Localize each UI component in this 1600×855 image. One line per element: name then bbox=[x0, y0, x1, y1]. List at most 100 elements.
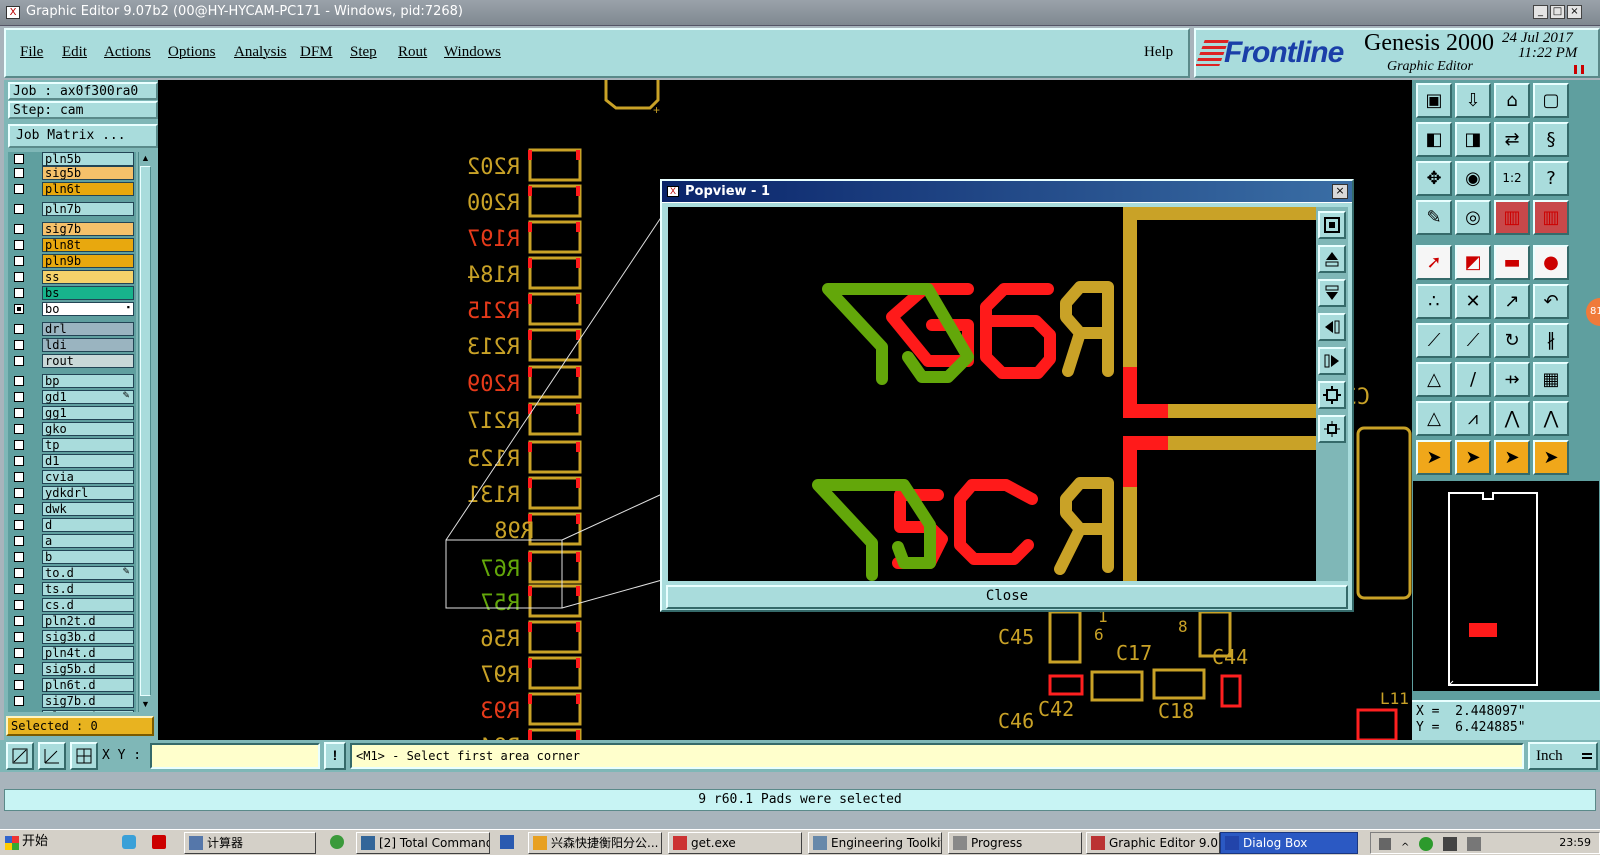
ruler-icon[interactable]: ▬ bbox=[1494, 245, 1530, 280]
layer-row[interactable]: d bbox=[8, 518, 136, 532]
layer-checkbox[interactable] bbox=[14, 204, 24, 214]
popview-close-icon[interactable]: × bbox=[1332, 184, 1348, 199]
minimize-button[interactable]: _ bbox=[1533, 5, 1548, 19]
layer-row[interactable]: dwk bbox=[8, 502, 136, 516]
layer-checkbox[interactable] bbox=[14, 504, 24, 514]
layer-checkbox[interactable] bbox=[14, 340, 24, 350]
layer-name[interactable]: sig7b.d bbox=[42, 694, 134, 708]
layer-checkbox[interactable] bbox=[14, 272, 24, 282]
volume-icon[interactable] bbox=[1467, 837, 1481, 851]
layer-row[interactable]: sig3b.d bbox=[8, 630, 136, 644]
line-icon[interactable]: ⟋ bbox=[1416, 323, 1452, 358]
layer-row[interactable]: gd1 ✎ bbox=[8, 390, 136, 404]
taskbar-item[interactable]: 计算器 bbox=[184, 832, 316, 854]
layer-row[interactable]: pln4t.d bbox=[8, 646, 136, 660]
layer-name[interactable]: pln8t bbox=[42, 238, 134, 252]
layer-row[interactable]: pln6t.d bbox=[8, 678, 136, 692]
start-button[interactable]: 开始 bbox=[2, 832, 50, 854]
layer-checkbox[interactable] bbox=[14, 536, 24, 546]
save-icon[interactable]: ⇩ bbox=[1455, 83, 1491, 118]
keyboard-icon[interactable] bbox=[1379, 838, 1391, 850]
layer-name[interactable]: pln6t.d bbox=[42, 678, 134, 692]
symbol-icon[interactable]: § bbox=[1533, 122, 1569, 157]
layer-row[interactable]: bp bbox=[8, 374, 136, 388]
layer-checkbox[interactable] bbox=[14, 568, 24, 578]
layer-row[interactable]: pln5b bbox=[8, 152, 136, 166]
pan-up-icon[interactable] bbox=[1318, 245, 1346, 273]
zoom-out-icon[interactable] bbox=[1318, 415, 1346, 443]
layer-name[interactable]: gg1 bbox=[42, 406, 134, 420]
layer-name[interactable]: d bbox=[42, 518, 134, 532]
home-icon[interactable]: ▣ bbox=[1416, 83, 1452, 118]
layer-checkbox[interactable] bbox=[14, 288, 24, 298]
cut-icon[interactable]: / bbox=[1455, 362, 1491, 397]
layer-name[interactable]: tp bbox=[42, 438, 134, 452]
layer-name[interactable]: bo bbox=[42, 302, 134, 316]
layer-row[interactable]: cs.d bbox=[8, 598, 136, 612]
menu-analysis[interactable]: Analysis bbox=[234, 44, 287, 61]
layer-name[interactable]: bs bbox=[42, 286, 134, 300]
arc-icon[interactable]: ↶ bbox=[1533, 284, 1569, 319]
menu-file[interactable]: File bbox=[20, 44, 43, 61]
layer-row[interactable]: ldi bbox=[8, 338, 136, 352]
toggle-icon[interactable]: ⇄ bbox=[1494, 122, 1530, 157]
arch2-icon[interactable]: ⋀ bbox=[1533, 401, 1569, 436]
taskbar-item[interactable]: [2] Total Commander... bbox=[356, 832, 490, 854]
layer-row[interactable]: gko bbox=[8, 422, 136, 436]
layer-checkbox[interactable] bbox=[14, 240, 24, 250]
layer-row[interactable]: bs bbox=[8, 286, 136, 300]
layer-checkbox[interactable] bbox=[14, 408, 24, 418]
align-icon[interactable]: ⇸ bbox=[1494, 362, 1530, 397]
layer-name[interactable]: pln7b bbox=[42, 202, 134, 216]
layer-checkbox[interactable] bbox=[14, 600, 24, 610]
layer-row[interactable]: rout bbox=[8, 354, 136, 368]
layer-checkbox[interactable] bbox=[14, 696, 24, 706]
browser-icon[interactable] bbox=[330, 835, 344, 849]
quicklaunch-icon[interactable] bbox=[122, 835, 136, 849]
layer-checkbox[interactable] bbox=[14, 256, 24, 266]
popview-titlebar[interactable]: X Popview - 1 × bbox=[662, 181, 1352, 203]
layer-checkbox[interactable] bbox=[14, 184, 24, 194]
layer-name[interactable]: cvia bbox=[42, 470, 134, 484]
group-icon[interactable]: ▦ bbox=[1533, 362, 1569, 397]
layer-row[interactable]: pln8t bbox=[8, 238, 136, 252]
units-select[interactable]: Inch bbox=[1528, 742, 1598, 770]
pause-icon[interactable] bbox=[1574, 65, 1584, 74]
layer-checkbox[interactable] bbox=[14, 472, 24, 482]
menu-options[interactable]: Options bbox=[168, 44, 216, 61]
line2-icon[interactable]: ⟋ bbox=[1455, 323, 1491, 358]
layer-row[interactable]: sig5b bbox=[8, 166, 136, 180]
layer-checkbox[interactable] bbox=[14, 456, 24, 466]
maximize-button[interactable]: □ bbox=[1550, 5, 1565, 19]
layer-name[interactable]: gko bbox=[42, 422, 134, 436]
layer-checkbox[interactable] bbox=[14, 680, 24, 690]
layer-row[interactable]: tp bbox=[8, 438, 136, 452]
layers-red2-icon[interactable]: ▥ bbox=[1533, 200, 1569, 235]
split-icon[interactable]: ∦ bbox=[1533, 323, 1569, 358]
scroll-up-icon[interactable]: ▲ bbox=[139, 152, 152, 164]
delete-icon[interactable]: ✕ bbox=[1455, 284, 1491, 319]
zoom-in-icon[interactable] bbox=[1318, 381, 1346, 409]
pdf-icon[interactable] bbox=[152, 835, 166, 849]
scrollbar-thumb[interactable] bbox=[140, 166, 151, 696]
dot-icon[interactable]: ● bbox=[1533, 245, 1569, 280]
layer-name[interactable]: d1 bbox=[42, 454, 134, 468]
layer-row[interactable]: pln7b bbox=[8, 202, 136, 216]
network-icon[interactable] bbox=[1443, 837, 1457, 851]
layer-row[interactable]: ss bbox=[8, 270, 136, 284]
scale-1-2-icon[interactable]: 1:2 bbox=[1494, 161, 1530, 196]
push-right-icon[interactable]: ◨ bbox=[1455, 122, 1491, 157]
layer-list-scrollbar[interactable]: ▲ ▼ bbox=[138, 152, 152, 712]
grid-snap-icon[interactable] bbox=[70, 742, 98, 770]
layer-name[interactable]: sig5b bbox=[42, 166, 134, 180]
pencil-icon[interactable]: ✎ bbox=[1416, 200, 1452, 235]
taskbar-item[interactable]: Engineering Toolkit 9... bbox=[808, 832, 942, 854]
menu-help[interactable]: Help bbox=[1144, 44, 1173, 61]
fit-icon[interactable]: ✥ bbox=[1416, 161, 1452, 196]
pan-right-icon[interactable] bbox=[1318, 347, 1346, 375]
layer-checkbox[interactable] bbox=[14, 552, 24, 562]
taskbar-item[interactable]: Graphic Editor 9.0... bbox=[1086, 832, 1220, 854]
layer-checkbox[interactable] bbox=[14, 324, 24, 334]
popview-canvas[interactable]: R67 R57 bbox=[668, 207, 1316, 581]
layer-row[interactable]: bo ▪ bbox=[8, 302, 136, 316]
